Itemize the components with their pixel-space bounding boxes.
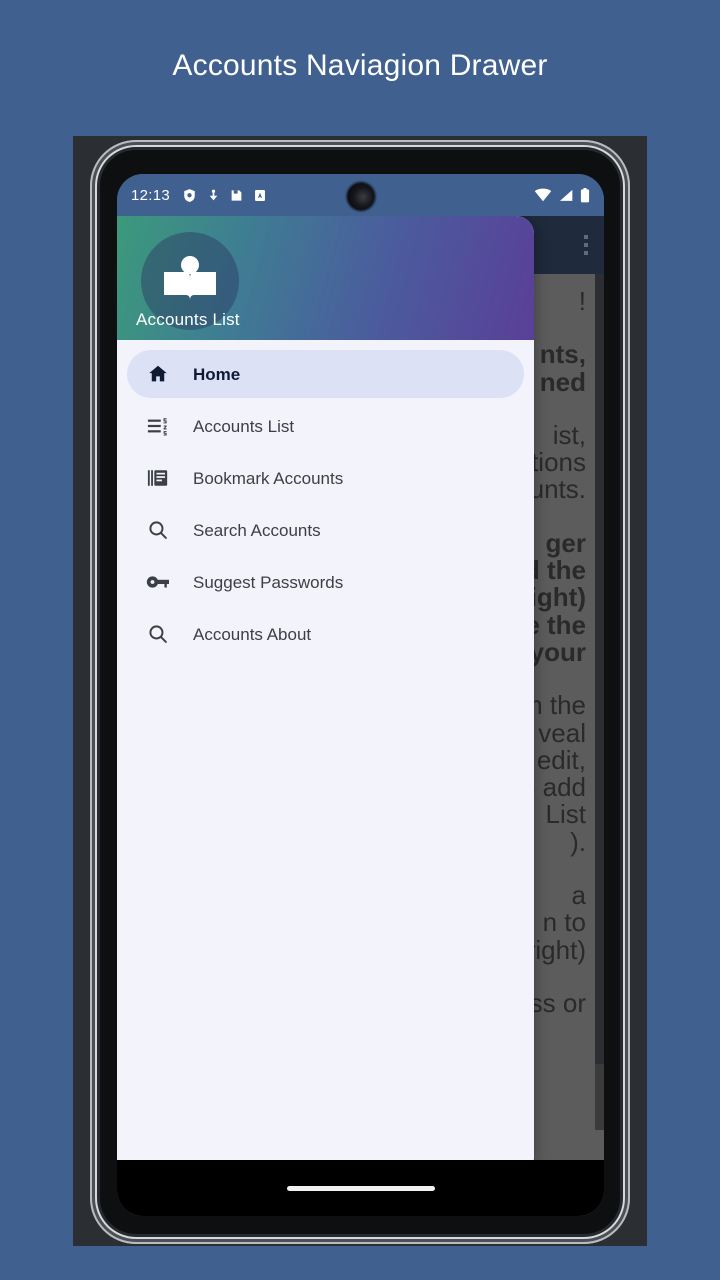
drawer-item-label: Accounts List [193, 416, 295, 436]
library-books-icon [145, 465, 171, 491]
drawer-item-search-accounts[interactable]: Search Accounts [127, 506, 524, 554]
clock-shield-icon [184, 188, 195, 202]
navigation-drawer: Accounts List Home Accounts List Bookmar… [117, 216, 534, 1176]
front-camera-punch-hole [347, 183, 374, 210]
drawer-header: Accounts List [117, 216, 534, 340]
list-numbered-icon [145, 413, 171, 439]
drawer-item-accounts-list[interactable]: Accounts List [127, 402, 524, 450]
save-icon [231, 189, 242, 201]
drawer-item-accounts-about[interactable]: Accounts About [127, 610, 524, 658]
search-icon [145, 621, 171, 647]
scrollbar-thumb[interactable] [595, 274, 604, 1064]
drawer-item-label: Home [193, 364, 241, 384]
page-title: Accounts Naviagion Drawer [172, 49, 548, 82]
drawer-item-label: Accounts About [193, 624, 312, 644]
app-badge-icon [255, 189, 266, 201]
drawer-item-bookmark-accounts[interactable]: Bookmark Accounts [127, 454, 524, 502]
status-bar-system-icons [534, 187, 590, 203]
status-bar-notification-icons [182, 188, 267, 203]
system-navigation-bar [117, 1160, 604, 1216]
book-education-icon [164, 256, 216, 300]
drawer-menu: Home Accounts List Bookmark Accounts Sea… [117, 340, 534, 658]
device-mockup: ! nts, ned ist, stions counts. ger d the… [73, 136, 647, 1246]
phone-screen: ! nts, ned ist, stions counts. ger d the… [117, 174, 604, 1216]
drawer-item-label: Suggest Passwords [193, 572, 344, 592]
drawer-item-label: Bookmark Accounts [193, 468, 344, 488]
cellular-signal-icon [560, 189, 573, 201]
drawer-item-label: Search Accounts [193, 520, 321, 540]
key-icon [145, 569, 171, 595]
home-gesture-bar[interactable] [286, 1185, 435, 1191]
device-body: ! nts, ned ist, stions counts. ger d the… [90, 140, 630, 1244]
status-bar-clock: 12:13 [131, 186, 171, 204]
wifi-icon [534, 188, 552, 201]
drawer-item-suggest-passwords[interactable]: Suggest Passwords [127, 558, 524, 606]
search-icon [145, 517, 171, 543]
drawer-header-title: Accounts List [136, 310, 240, 329]
drawer-item-home[interactable]: Home [127, 350, 524, 398]
overflow-menu-icon[interactable] [584, 235, 588, 255]
home-icon [145, 361, 171, 387]
download-icon [209, 189, 218, 200]
battery-icon [580, 187, 590, 202]
